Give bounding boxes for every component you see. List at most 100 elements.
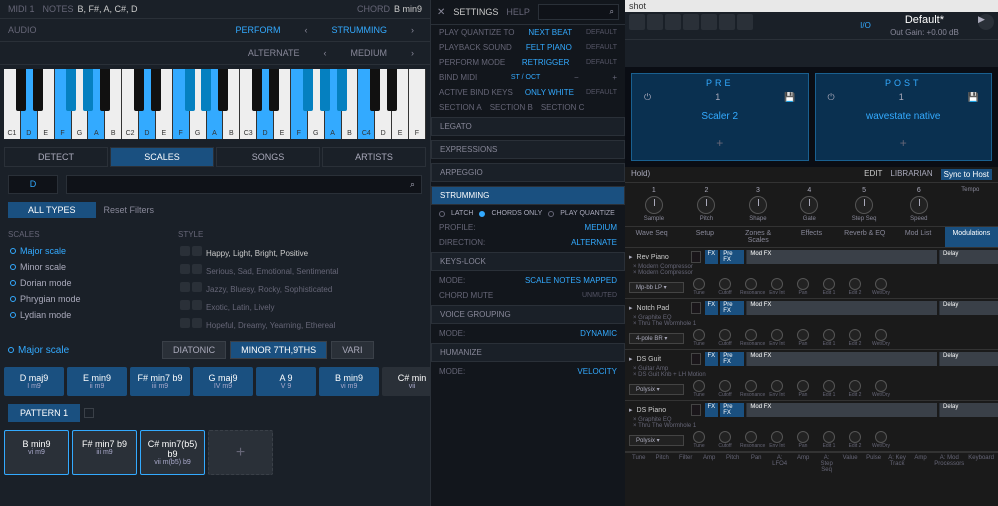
tool-icon[interactable]: [629, 14, 645, 30]
piano-key-black[interactable]: [151, 69, 161, 111]
setting-value[interactable]: NEXT BEAT: [528, 28, 572, 37]
pattern-add-icon[interactable]: [84, 408, 94, 418]
lane-knob[interactable]: [797, 329, 809, 341]
lane-knob[interactable]: [745, 329, 757, 341]
tool-icon[interactable]: [719, 14, 735, 30]
lane-name[interactable]: DS Piano: [637, 407, 687, 414]
tool-icon[interactable]: [647, 14, 663, 30]
add-chord-button[interactable]: +: [208, 430, 273, 475]
lane-knob[interactable]: [875, 380, 887, 392]
piano-key-black[interactable]: [185, 69, 195, 111]
lane-knob[interactable]: [745, 431, 757, 443]
lane-knob[interactable]: [823, 431, 835, 443]
section-a[interactable]: SECTION A: [439, 103, 482, 112]
bind-stoct[interactable]: ST / OCT: [511, 74, 540, 81]
selected-scale[interactable]: Major scale: [8, 345, 158, 356]
piano-key-black[interactable]: [269, 69, 279, 111]
prefx-button[interactable]: Pre FX: [720, 301, 744, 315]
delay-button[interactable]: Delay: [939, 301, 998, 315]
type-filter-button[interactable]: ALL TYPES: [8, 202, 96, 218]
section-humanize[interactable]: HUMANIZE: [431, 343, 625, 362]
lane-knob[interactable]: [771, 278, 783, 290]
wavestate-tab[interactable]: Setup: [678, 227, 731, 247]
tool-icon[interactable]: [737, 14, 753, 30]
tab-artists[interactable]: ARTISTS: [322, 147, 426, 167]
lane-knob[interactable]: [771, 380, 783, 392]
io-label[interactable]: I/O: [860, 21, 871, 30]
piano-key-black[interactable]: [252, 69, 262, 111]
tab-scales[interactable]: SCALES: [110, 147, 214, 167]
radio-chords-only[interactable]: [479, 211, 485, 217]
piano-key-black[interactable]: [134, 69, 144, 111]
preset-select[interactable]: Polysix ▾: [629, 384, 684, 395]
lane-knob[interactable]: [797, 380, 809, 392]
lane-toggle[interactable]: ▸: [629, 355, 633, 363]
search-icon[interactable]: [683, 14, 699, 30]
piano-key-black[interactable]: [201, 69, 211, 111]
delay-button[interactable]: Delay: [939, 352, 998, 366]
lane-knob[interactable]: [719, 329, 731, 341]
plus-icon[interactable]: +: [612, 73, 617, 82]
wavestate-tab[interactable]: Wave Seq: [625, 227, 678, 247]
lane-name[interactable]: Notch Pad: [637, 305, 687, 312]
lane-name[interactable]: DS Guit: [637, 356, 687, 363]
lane-knob[interactable]: [875, 278, 887, 290]
delay-button[interactable]: Delay: [939, 403, 998, 417]
tab-perform[interactable]: PERFORM: [228, 23, 289, 37]
macro-knob[interactable]: 6Speed: [910, 187, 928, 222]
chord-pad[interactable]: A 9V 9: [256, 367, 316, 396]
pattern-button[interactable]: PATTERN 1: [8, 404, 80, 422]
style-item[interactable]: Hopeful, Dreamy, Yearning, Ethereal: [178, 315, 422, 333]
tab-edit[interactable]: EDIT: [864, 169, 882, 180]
piano-key-black[interactable]: [66, 69, 76, 111]
chord-pad[interactable]: G maj9IV m9: [193, 367, 253, 396]
style-item[interactable]: Exotic, Latin, Lively: [178, 297, 422, 315]
pattern-chord[interactable]: F# min7 b9iii m9: [72, 430, 137, 475]
lane-knob[interactable]: [797, 278, 809, 290]
variation-dropdown[interactable]: VARI: [331, 341, 373, 359]
post-plugin-name[interactable]: wavestate native: [820, 107, 988, 126]
lane-toggle[interactable]: ▸: [629, 406, 633, 414]
section-strumming[interactable]: STRUMMING: [431, 186, 625, 205]
section-keys-lock[interactable]: KEYS-LOCK: [431, 252, 625, 271]
default-link[interactable]: DEFAULT: [586, 59, 617, 66]
preset-select[interactable]: 4-pole BR ▾: [629, 333, 684, 344]
tab-medium[interactable]: MEDIUM: [343, 46, 396, 60]
default-link[interactable]: DEFAULT: [586, 29, 617, 36]
section-voice-grouping[interactable]: VOICE GROUPING: [431, 305, 625, 324]
tab-strumming[interactable]: STRUMMING: [324, 23, 396, 37]
wave-display[interactable]: [691, 302, 701, 314]
section-b[interactable]: SECTION B: [490, 103, 533, 112]
lane-knob[interactable]: [823, 278, 835, 290]
lane-knob[interactable]: [771, 329, 783, 341]
diatonic-dropdown[interactable]: DIATONIC: [162, 341, 226, 359]
add-plugin-button[interactable]: +: [636, 130, 804, 156]
style-item[interactable]: Happy, Light, Bright, Positive: [178, 243, 422, 261]
power-icon[interactable]: ⏻: [644, 92, 651, 103]
lane-knob[interactable]: [693, 278, 705, 290]
lane-knob[interactable]: [875, 329, 887, 341]
fx-button[interactable]: FX: [705, 301, 719, 315]
wavestate-tab[interactable]: Modulations: [945, 227, 998, 247]
delay-button[interactable]: Delay: [939, 250, 998, 264]
fx-button[interactable]: FX: [705, 403, 719, 417]
lane-knob[interactable]: [693, 380, 705, 392]
fx-button[interactable]: FX: [705, 352, 719, 366]
default-link[interactable]: DEFAULT: [586, 44, 617, 51]
lane-knob[interactable]: [849, 431, 861, 443]
lane-knob[interactable]: [719, 431, 731, 443]
piano-key-black[interactable]: [303, 69, 313, 111]
lane-name[interactable]: Rev Piano: [637, 254, 687, 261]
macro-knob[interactable]: 4Gate: [800, 187, 818, 222]
muted-value[interactable]: UNMUTED: [582, 292, 617, 299]
mode-value[interactable]: SCALE NOTES MAPPED: [525, 276, 617, 285]
lane-knob[interactable]: [693, 329, 705, 341]
wavestate-tab[interactable]: Mod List: [891, 227, 944, 247]
lane-knob[interactable]: [745, 278, 757, 290]
scale-item[interactable]: Minor scale: [8, 259, 158, 275]
reset-filters-link[interactable]: Reset Filters: [104, 205, 155, 215]
macro-knob[interactable]: 2Pitch: [697, 187, 715, 222]
fx-button[interactable]: FX: [705, 250, 719, 264]
chord-pad[interactable]: D maj9I m9: [4, 367, 64, 396]
profile-value[interactable]: MEDIUM: [585, 223, 617, 232]
